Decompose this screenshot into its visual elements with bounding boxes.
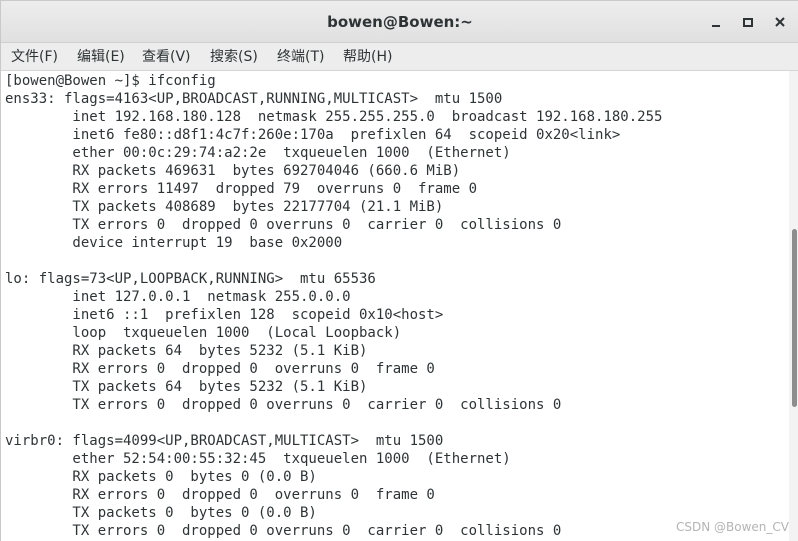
terminal-line: RX errors 11497 dropped 79 overruns 0 fr… xyxy=(5,181,478,197)
maximize-button[interactable] xyxy=(737,11,759,33)
menu-search[interactable]: 搜索(S) xyxy=(210,47,258,67)
minimize-button[interactable] xyxy=(705,11,727,33)
terminal-line: RX packets 469631 bytes 692704046 (660.6… xyxy=(5,163,461,179)
menu-view[interactable]: 查看(V) xyxy=(142,47,191,67)
terminal-line: ens33: flags=4163<UP,BROADCAST,RUNNING,M… xyxy=(5,91,503,107)
close-button[interactable] xyxy=(769,11,791,33)
terminal-line: lo: flags=73<UP,LOOPBACK,RUNNING> mtu 65… xyxy=(5,271,376,287)
watermark: CSDN @Bowen_CV xyxy=(676,520,789,534)
terminal-line: TX errors 0 dropped 0 overruns 0 carrier… xyxy=(5,523,562,539)
terminal-line: RX errors 0 dropped 0 overruns 0 frame 0 xyxy=(5,361,435,377)
terminal-line: loop txqueuelen 1000 (Local Loopback) xyxy=(5,325,402,341)
terminal-line: TX errors 0 dropped 0 overruns 0 carrier… xyxy=(5,217,562,233)
terminal-line: TX packets 64 bytes 5232 (5.1 KiB) xyxy=(5,379,368,395)
terminal-line: TX packets 0 bytes 0 (0.0 B) xyxy=(5,505,317,521)
terminal-line: ether 00:0c:29:74:a2:2e txqueuelen 1000 … xyxy=(5,145,511,161)
terminal-line: ether 52:54:00:55:32:45 txqueuelen 1000 … xyxy=(5,451,511,467)
terminal-line: inet 127.0.0.1 netmask 255.0.0.0 xyxy=(5,289,351,305)
terminal-window: bowen@Bowen:~ 文件(F) 编辑(E) 查看(V) 搜索(S) 终端… xyxy=(0,0,798,541)
close-icon xyxy=(775,17,785,27)
terminal-output[interactable]: [bowen@Bowen ~]$ ifconfig ens33: flags=41… xyxy=(1,71,789,541)
scrollbar-thumb[interactable] xyxy=(792,229,797,407)
terminal-line: RX packets 0 bytes 0 (0.0 B) xyxy=(5,469,317,485)
menu-terminal[interactable]: 终端(T) xyxy=(277,47,324,67)
terminal-line: inet6 ::1 prefixlen 128 scopeid 0x10<hos… xyxy=(5,307,444,323)
terminal-line: device interrupt 19 base 0x2000 xyxy=(5,235,343,251)
menu-bar: 文件(F) 编辑(E) 查看(V) 搜索(S) 终端(T) 帮助(H) xyxy=(1,43,798,71)
menu-help[interactable]: 帮助(H) xyxy=(343,47,392,67)
menu-file[interactable]: 文件(F) xyxy=(11,47,58,67)
title-bar[interactable]: bowen@Bowen:~ xyxy=(1,1,798,43)
minimize-icon xyxy=(712,25,720,27)
menu-edit[interactable]: 编辑(E) xyxy=(77,47,125,67)
terminal-line: TX packets 408689 bytes 22177704 (21.1 M… xyxy=(5,199,444,215)
terminal-line: TX errors 0 dropped 0 overruns 0 carrier… xyxy=(5,397,562,413)
maximize-icon xyxy=(743,18,753,27)
terminal-line: inet6 fe80::d8f1:4c7f:260e:170a prefixle… xyxy=(5,127,621,143)
terminal-line: virbr0: flags=4099<UP,BROADCAST,MULTICAS… xyxy=(5,433,444,449)
terminal-line: RX packets 64 bytes 5232 (5.1 KiB) xyxy=(5,343,368,359)
command-prompt-line: [bowen@Bowen ~]$ ifconfig xyxy=(5,73,216,89)
terminal-line: RX errors 0 dropped 0 overruns 0 frame 0 xyxy=(5,487,435,503)
terminal-line: inet 192.168.180.128 netmask 255.255.255… xyxy=(5,109,663,125)
vertical-scrollbar[interactable] xyxy=(789,71,798,541)
window-title: bowen@Bowen:~ xyxy=(327,13,473,31)
